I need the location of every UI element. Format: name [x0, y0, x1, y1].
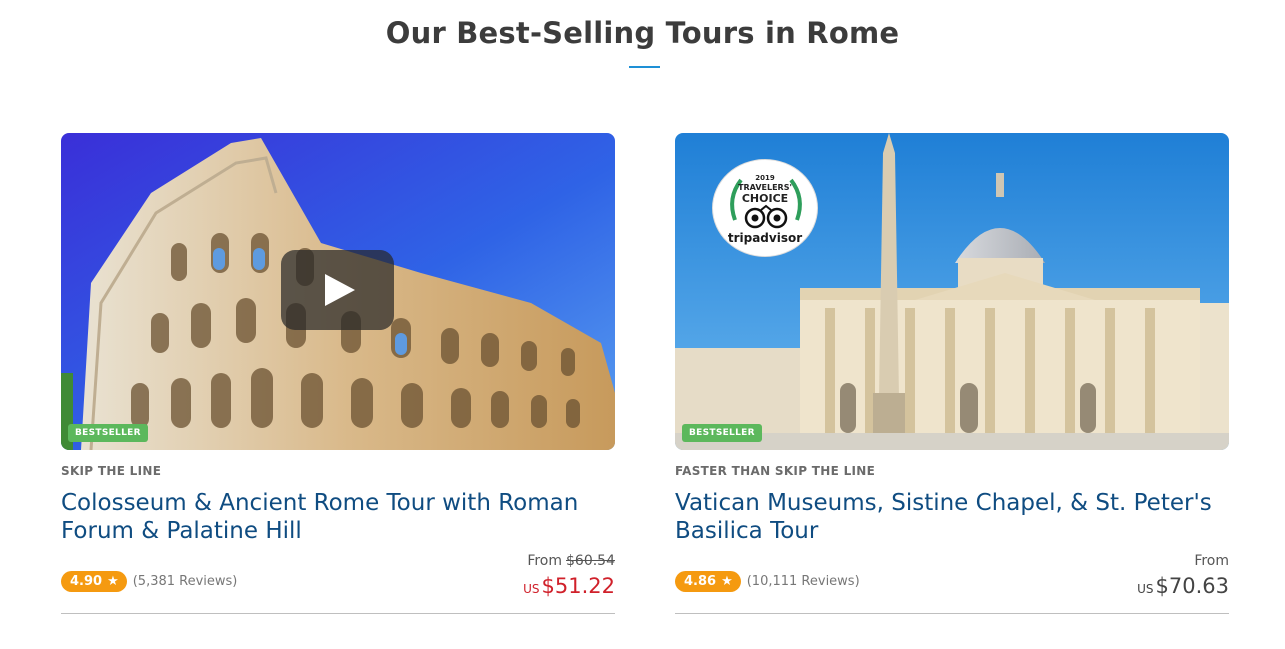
section-title: Our Best-Selling Tours in Rome — [385, 16, 900, 50]
tour-category: FASTER THAN SKIP THE LINE — [675, 464, 876, 478]
tour-image-colosseum[interactable]: BESTSELLER — [61, 133, 615, 450]
rating-value: 4.86 — [684, 574, 717, 589]
review-count[interactable]: (10,111 Reviews) — [747, 574, 860, 589]
original-price: $60.54 — [566, 553, 615, 569]
price-row: US$51.22 — [523, 574, 615, 598]
award-brand: tripadvisor — [727, 231, 803, 245]
star-icon: ★ — [107, 574, 119, 589]
from-row: From — [1137, 553, 1229, 573]
card-divider — [675, 613, 1229, 614]
price-row: US$70.63 — [1137, 574, 1229, 598]
tour-meta: 4.90 ★ (5,381 Reviews) From $60.54 US$51.… — [61, 545, 615, 605]
title-underline — [629, 66, 660, 68]
current-price: $51.22 — [541, 574, 615, 598]
tour-category: SKIP THE LINE — [61, 464, 162, 478]
rating-row: 4.90 ★ (5,381 Reviews) — [61, 571, 237, 592]
award-line1: TRAVELERS' — [738, 183, 792, 192]
tour-title-link[interactable]: Vatican Museums, Sistine Chapel, & St. P… — [675, 490, 1212, 544]
rating-row: 4.86 ★ (10,111 Reviews) — [675, 571, 860, 592]
play-icon — [325, 274, 355, 306]
price-box: From US$70.63 — [1137, 553, 1229, 598]
award-line2: CHOICE — [741, 192, 789, 205]
tour-card-colosseum[interactable]: BESTSELLER SKIP THE LINE Colosseum & Anc… — [61, 133, 615, 614]
current-price: $70.63 — [1155, 574, 1229, 598]
from-label: From — [527, 553, 562, 569]
award-year: 2019 — [755, 174, 775, 182]
video-play-button[interactable] — [281, 250, 394, 330]
tour-title-link[interactable]: Colosseum & Ancient Rome Tour with Roman… — [61, 490, 578, 544]
currency-label: US — [523, 582, 540, 596]
price-box: From $60.54 US$51.22 — [523, 553, 615, 598]
star-icon: ★ — [721, 574, 733, 589]
rating-badge: 4.90 ★ — [61, 571, 127, 592]
card-divider — [61, 613, 615, 614]
from-label: From — [1194, 553, 1229, 569]
tour-title[interactable]: Colosseum & Ancient Rome Tour with Roman… — [61, 489, 615, 545]
rating-badge: 4.86 ★ — [675, 571, 741, 592]
currency-label: US — [1137, 582, 1154, 596]
tour-meta: 4.86 ★ (10,111 Reviews) From US$70.63 — [675, 545, 1229, 605]
tour-title[interactable]: Vatican Museums, Sistine Chapel, & St. P… — [675, 489, 1229, 545]
bestseller-badge: BESTSELLER — [68, 424, 148, 442]
tour-card-vatican[interactable]: 2019 TRAVELERS' CHOICE tripadvisor BESTS… — [675, 133, 1229, 614]
review-count[interactable]: (5,381 Reviews) — [133, 574, 238, 589]
tour-image-vatican[interactable]: 2019 TRAVELERS' CHOICE tripadvisor BESTS… — [675, 133, 1229, 450]
rating-value: 4.90 — [70, 574, 103, 589]
travelers-choice-award: 2019 TRAVELERS' CHOICE tripadvisor — [712, 159, 818, 257]
from-row: From $60.54 — [523, 553, 615, 573]
bestseller-badge: BESTSELLER — [682, 424, 762, 442]
